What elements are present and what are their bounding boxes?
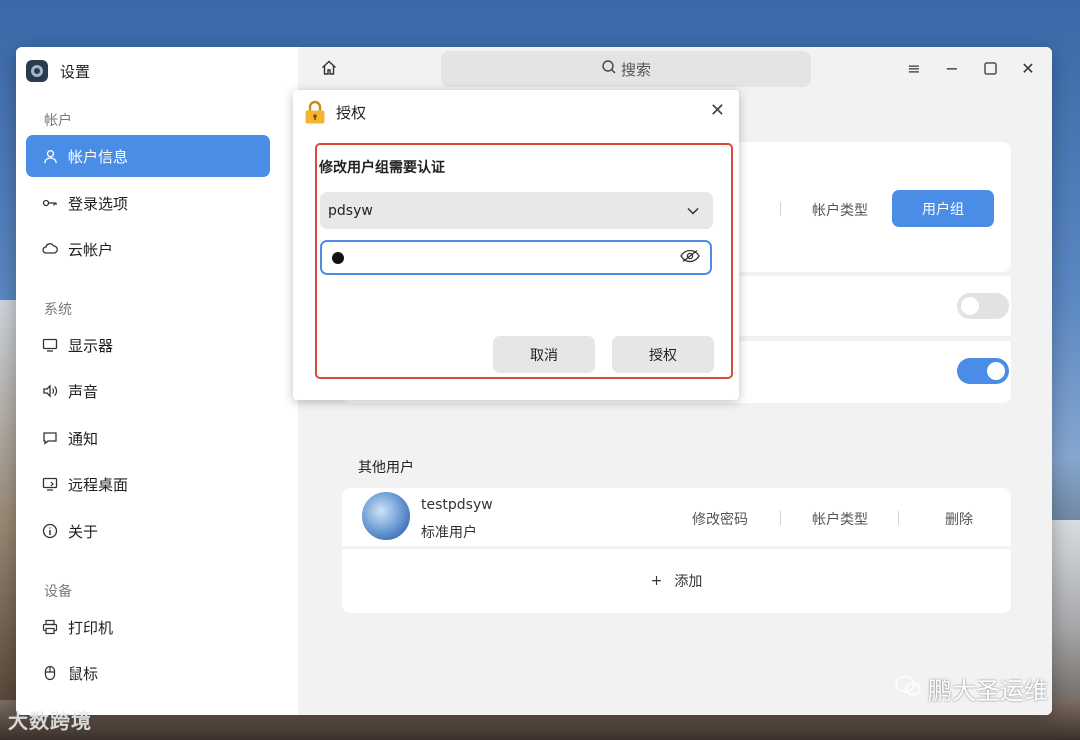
lock-icon xyxy=(304,100,326,124)
divider xyxy=(780,202,781,216)
sidebar-item-remote-desktop[interactable]: 远程桌面 xyxy=(26,463,270,505)
sidebar-item-label: 帐户信息 xyxy=(68,147,129,166)
settings-app-icon xyxy=(26,60,48,82)
printer-icon xyxy=(42,619,58,635)
dialog-title: 授权 xyxy=(336,104,367,122)
user-type: 标准用户 xyxy=(421,525,477,541)
app-header: 设置 xyxy=(26,60,90,82)
titlebar: 搜索 ≡ − ✕ xyxy=(298,47,1052,91)
divider xyxy=(780,511,781,525)
home-icon[interactable] xyxy=(320,59,340,79)
key-icon xyxy=(42,195,58,211)
group-label-system: 系统 xyxy=(44,302,72,318)
group-label-account: 帐户 xyxy=(44,113,72,129)
eye-off-icon[interactable] xyxy=(680,248,700,267)
search-input[interactable]: 搜索 xyxy=(441,51,811,87)
change-password-link[interactable]: 修改密码 xyxy=(692,509,748,529)
sidebar: 设置 帐户 帐户信息 登录选项 云帐户 系统 显示器 声音 通知 远程桌面 关于… xyxy=(16,47,298,715)
dialog-heading: 修改用户组需要认证 xyxy=(319,160,445,176)
sidebar-item-cloud-account[interactable]: 云帐户 xyxy=(26,228,270,270)
auth-dialog: 授权 ✕ 修改用户组需要认证 pdsyw 取消 授权 xyxy=(293,90,739,400)
password-mask xyxy=(332,251,344,264)
sidebar-item-mouse[interactable]: 鼠标 xyxy=(26,652,270,694)
sidebar-item-about[interactable]: 关于 xyxy=(26,510,270,552)
sidebar-item-label: 显示器 xyxy=(68,336,114,355)
plus-icon: + xyxy=(650,573,663,589)
message-icon xyxy=(42,430,58,446)
sidebar-item-sound[interactable]: 声音 xyxy=(26,370,270,412)
cancel-button[interactable]: 取消 xyxy=(493,336,595,373)
sidebar-item-label: 声音 xyxy=(68,382,99,401)
wechat-icon xyxy=(894,675,922,703)
sidebar-item-printer[interactable]: 打印机 xyxy=(26,606,270,648)
close-window-icon[interactable]: ✕ xyxy=(1018,57,1038,79)
account-type-link[interactable]: 帐户类型 xyxy=(812,200,868,220)
sidebar-item-label: 鼠标 xyxy=(68,664,99,683)
watermark-right-text: 鹏大圣运维 xyxy=(928,677,1048,705)
account-type-link[interactable]: 帐户类型 xyxy=(812,509,868,529)
minimize-icon[interactable]: − xyxy=(942,57,962,79)
authorize-button[interactable]: 授权 xyxy=(612,336,714,373)
group-label-devices: 设备 xyxy=(44,584,72,600)
avatar xyxy=(360,490,412,542)
cloud-icon xyxy=(42,241,58,257)
menu-icon[interactable]: ≡ xyxy=(904,57,924,79)
remote-desktop-icon xyxy=(42,476,58,492)
sidebar-item-label: 关于 xyxy=(68,522,99,541)
user-group-button[interactable]: 用户组 xyxy=(892,190,994,227)
maximize-icon[interactable] xyxy=(980,57,1000,79)
window-controls: ≡ − ✕ xyxy=(904,57,1038,79)
add-user-button[interactable]: + 添加 xyxy=(342,549,1011,613)
sidebar-item-label: 云帐户 xyxy=(68,240,114,259)
password-field[interactable] xyxy=(320,240,712,275)
search-icon xyxy=(601,59,617,79)
selected-user: pdsyw xyxy=(328,202,373,219)
sidebar-item-label: 远程桌面 xyxy=(68,475,129,494)
info-icon xyxy=(42,523,58,539)
speaker-icon xyxy=(42,383,58,399)
delete-user-link[interactable]: 删除 xyxy=(945,509,973,529)
sidebar-item-label: 登录选项 xyxy=(68,194,129,213)
chevron-down-icon xyxy=(687,203,699,219)
sidebar-item-label: 通知 xyxy=(68,429,99,448)
sidebar-item-account-info[interactable]: 帐户信息 xyxy=(26,135,270,177)
sidebar-item-display[interactable]: 显示器 xyxy=(26,324,270,366)
sidebar-item-label: 打印机 xyxy=(68,618,114,637)
app-title: 设置 xyxy=(60,62,91,81)
close-icon[interactable]: ✕ xyxy=(710,100,725,121)
mouse-icon xyxy=(42,665,58,681)
sidebar-item-login-options[interactable]: 登录选项 xyxy=(26,182,270,224)
divider xyxy=(898,511,899,525)
monitor-icon xyxy=(42,337,58,353)
user-name: testpdsyw xyxy=(421,497,493,513)
watermark-left: 大数跨境 xyxy=(8,711,92,733)
watermark-right: 鹏大圣运维 xyxy=(894,671,1048,706)
search-placeholder: 搜索 xyxy=(620,60,651,79)
sidebar-item-notifications[interactable]: 通知 xyxy=(26,417,270,459)
user-icon xyxy=(42,148,58,164)
other-users-title: 其他用户 xyxy=(358,460,414,476)
setting-toggle-on[interactable] xyxy=(957,358,1009,384)
setting-toggle-off[interactable] xyxy=(957,293,1009,319)
add-user-label: 添加 xyxy=(674,574,703,590)
user-select[interactable]: pdsyw xyxy=(320,192,713,229)
